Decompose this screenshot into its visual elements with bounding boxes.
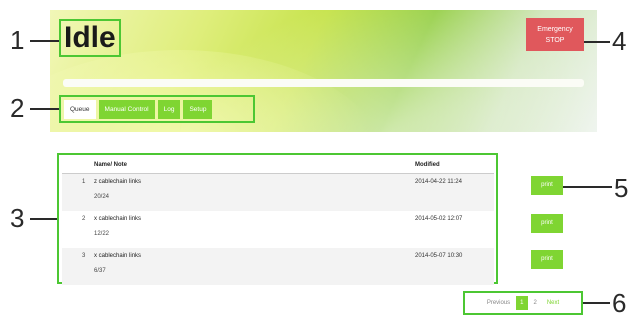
table-row[interactable]: 2 x cablechain links 12/22 2014-05-02 12… [62, 211, 494, 248]
row-note: 20/24 [94, 194, 110, 200]
row-number: 2 [82, 216, 86, 222]
callout-5-leader [563, 186, 612, 188]
pagination-previous[interactable]: Previous [483, 296, 514, 310]
tab-manual-control[interactable]: Manual Control [98, 99, 155, 119]
emergency-stop-label-1: Emergency [537, 26, 573, 33]
callout-5: 5 [614, 173, 629, 203]
queue-table: Name/ Note Modified 1 z cablechain links… [62, 157, 494, 285]
print-button-3[interactable]: print [531, 250, 563, 269]
row-name-cell: x cablechain links 6/37 [93, 248, 414, 285]
pagination-next[interactable]: Next [543, 296, 563, 310]
progress-bar [63, 79, 584, 87]
row-name-cell: x cablechain links 12/22 [93, 211, 414, 248]
callout-6: 6 [612, 288, 627, 318]
column-header-name: Name/ Note [93, 157, 414, 174]
print-button-1[interactable]: print [531, 176, 563, 195]
pagination: Previous 1 2 Next [463, 291, 583, 315]
callout-1-leader [30, 40, 59, 42]
pagination-page-2[interactable]: 2 [530, 296, 541, 310]
tab-log[interactable]: Log [157, 99, 181, 119]
row-name: x cablechain links [94, 216, 142, 222]
pagination-page-1[interactable]: 1 [516, 296, 528, 310]
column-header-modified: Modified [414, 157, 494, 174]
emergency-stop-label-2: STOP [545, 37, 565, 44]
callout-2: 2 [10, 93, 25, 123]
callout-4-leader [584, 41, 610, 43]
tab-setup[interactable]: Setup [183, 99, 213, 119]
callout-3: 3 [10, 203, 25, 233]
row-name-cell: z cablechain links 20/24 [93, 173, 414, 211]
emergency-stop-button[interactable]: Emergency STOP [526, 18, 584, 51]
print-button-2[interactable]: print [531, 214, 563, 233]
row-modified: 2014-05-02 12:07 [415, 216, 463, 222]
table-row[interactable]: 3 x cablechain links 6/37 2014-05-07 10:… [62, 248, 494, 285]
row-number: 3 [62, 248, 93, 285]
status-title: Idle [59, 19, 121, 57]
row-number: 1 [62, 173, 93, 211]
row-note: 6/37 [94, 268, 106, 274]
tab-bar: Queue Manual Control Log Setup [59, 95, 255, 123]
callout-6-leader [583, 302, 610, 304]
row-name: x cablechain links [94, 253, 142, 259]
row-modified: 2014-05-07 10:30 [414, 248, 494, 285]
callout-3-leader [30, 218, 57, 220]
callout-2-leader [30, 108, 59, 110]
tab-queue[interactable]: Queue [64, 99, 96, 119]
row-modified: 2014-04-22 11:24 [414, 173, 494, 211]
callout-1: 1 [10, 25, 25, 55]
row-note: 12/22 [94, 231, 110, 237]
table-row[interactable]: 1 z cablechain links 20/24 2014-04-22 11… [62, 173, 494, 211]
table-header-row: Name/ Note Modified [62, 157, 494, 174]
row-name: z cablechain links [94, 179, 142, 185]
callout-4: 4 [612, 26, 627, 56]
